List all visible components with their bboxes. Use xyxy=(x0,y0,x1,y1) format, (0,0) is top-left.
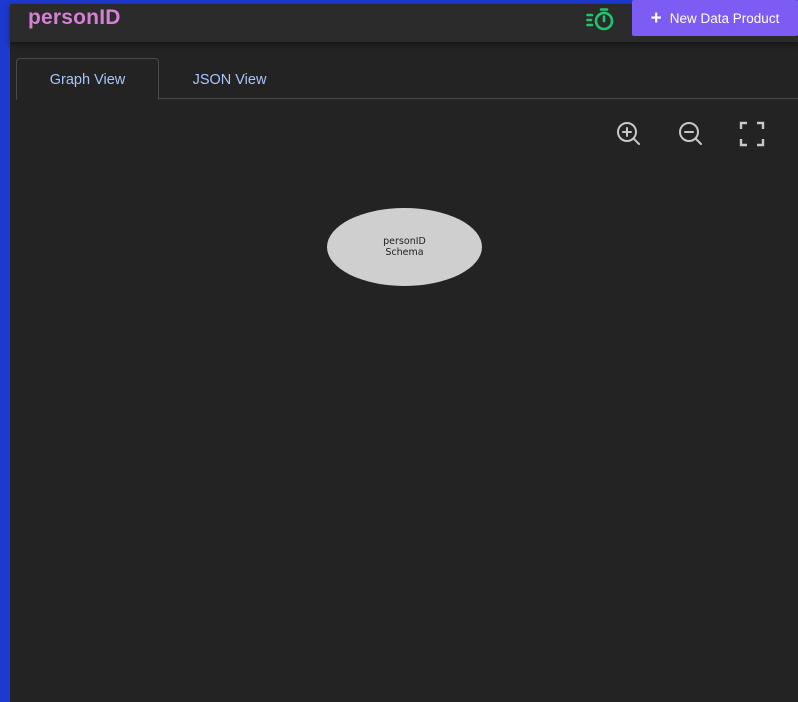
page-title: personID xyxy=(28,6,121,29)
node-label-line2: Schema xyxy=(385,247,424,258)
zoom-out-icon[interactable] xyxy=(676,119,706,149)
graph-canvas[interactable]: personID Schema xyxy=(10,99,798,702)
top-bar: personID + New Data Product xyxy=(10,0,798,42)
fit-screen-icon[interactable] xyxy=(737,119,767,149)
new-data-product-label: New Data Product xyxy=(669,10,780,26)
view-tabs: Graph View JSON View xyxy=(16,58,798,100)
tab-graph-view[interactable]: Graph View xyxy=(16,58,159,100)
node-label-line1: personID xyxy=(383,235,426,247)
new-data-product-button[interactable]: + New Data Product xyxy=(632,0,798,36)
plus-icon: + xyxy=(650,7,662,29)
graph-node-personid-schema[interactable]: personID Schema xyxy=(327,208,482,286)
app-window: personID + New Data Product Graph View J… xyxy=(10,0,798,702)
timer-icon[interactable] xyxy=(586,7,618,33)
zoom-in-icon[interactable] xyxy=(614,119,644,149)
tab-json-view[interactable]: JSON View xyxy=(166,58,293,100)
